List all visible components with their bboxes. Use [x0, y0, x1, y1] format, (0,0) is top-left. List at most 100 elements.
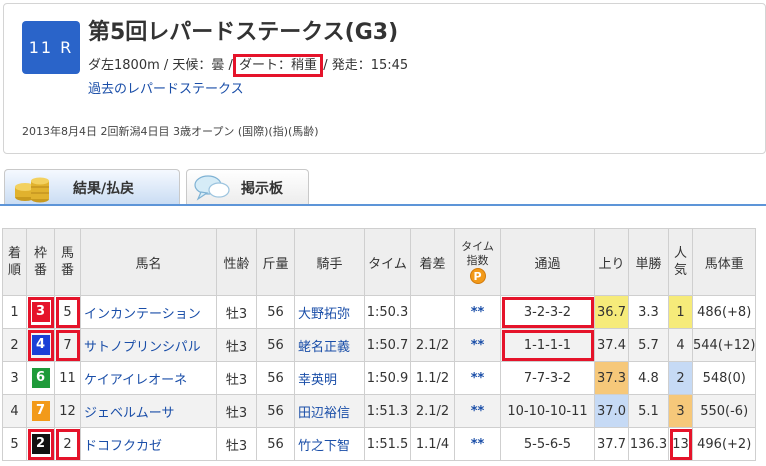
umaban-cell: 12 [54, 394, 81, 428]
time-index-cell[interactable]: ** [454, 361, 501, 395]
horse-name-link[interactable]: インカンテーション [80, 295, 217, 329]
rank-cell: 4 [2, 394, 27, 428]
header-waku-label: 枠番 [33, 246, 47, 278]
time-index-cell[interactable]: ** [454, 328, 501, 362]
header-sex-age[interactable]: 性齢 [216, 228, 257, 296]
header-waku[interactable]: 枠番 [26, 228, 55, 296]
table-row: 3 6 11 ケイアイレオーネ 牡3 56 幸英明 1:50.9 1.1/2 ** 7-7-3-2 3… [2, 361, 757, 395]
horse-name-link[interactable]: ジェベルムーサ [80, 394, 217, 428]
body-weight-cell: 548(0) [691, 361, 757, 395]
rank-cell: 1 [2, 295, 27, 329]
jockey-link[interactable]: 田辺裕信 [294, 394, 365, 428]
weight-cell: 56 [256, 328, 295, 362]
time-cell: 1:50.9 [364, 361, 411, 395]
odds-cell: 5.7 [628, 328, 669, 362]
weight-cell: 56 [256, 361, 295, 395]
time-index-cell[interactable]: ** [454, 394, 501, 428]
header-horse[interactable]: 馬名 [80, 228, 217, 296]
tab-board-label: 掲示板 [241, 180, 283, 197]
odds-cell: 5.1 [628, 394, 669, 428]
race-title: 第5回レパードステークス(G3) [88, 20, 399, 45]
header-umaban[interactable]: 馬番 [54, 228, 81, 296]
odds-cell: 136.3 [628, 427, 669, 461]
popularity-cell: 2 [668, 361, 693, 395]
waku-cell: 3 [26, 295, 55, 329]
horse-name-link[interactable]: ドコフクカゼ [80, 427, 217, 461]
odds-cell: 4.8 [628, 361, 669, 395]
time-cell: 1:50.3 [364, 295, 411, 329]
header-umaban-label: 馬番 [60, 246, 74, 278]
header-popularity[interactable]: 人気 [668, 228, 693, 296]
track-condition: ダート：稍重 [233, 54, 324, 77]
header-passing[interactable]: 通過 [500, 228, 595, 296]
time-cell: 1:50.7 [364, 328, 411, 362]
popularity-cell: 4 [668, 328, 693, 362]
results-table: 着順 枠番 馬番 馬名 性齢 斤量 騎手 タイム 着差 タイム 指数 P 通過 … [2, 228, 757, 461]
waku-badge: 2 [31, 434, 50, 454]
coin-stack-icon [15, 177, 49, 202]
header-time-index-line1: タイム [461, 240, 494, 253]
time-cell: 1:51.5 [364, 427, 411, 461]
header-body-weight[interactable]: 馬体重 [691, 228, 757, 296]
jockey-link[interactable]: 幸英明 [294, 361, 365, 395]
table-header-row: 着順 枠番 馬番 馬名 性齢 斤量 騎手 タイム 着差 タイム 指数 P 通過 … [2, 228, 757, 296]
last3f-cell: 37.7 [594, 427, 629, 461]
passing-cell: 3-2-3-2 [500, 295, 595, 329]
time-index-cell[interactable]: ** [454, 427, 501, 461]
passing-cell: 1-1-1-1 [500, 328, 595, 362]
header-time[interactable]: タイム [364, 228, 411, 296]
jockey-link[interactable]: 蛯名正義 [294, 328, 365, 362]
sex-age-cell: 牡3 [216, 361, 257, 395]
tab-results[interactable]: 結果/払戻 [4, 169, 180, 205]
waku-cell: 7 [26, 394, 55, 428]
table-row: 2 4 7 サトノプリンシパル 牡3 56 蛯名正義 1:50.7 2.1/2 ** 1-1-1-1… [2, 328, 757, 362]
race-info-suffix: / 発走：15:45 [319, 58, 409, 73]
time-index-cell[interactable]: ** [454, 295, 501, 329]
margin-cell [410, 295, 455, 329]
results-body: 1 3 5 インカンテーション 牡3 56 大野拓弥 1:50.3 ** 3-2-3-2 36.7 3… [2, 295, 757, 461]
header-time-index-line2: 指数 [466, 254, 489, 267]
last3f-cell: 37.0 [594, 394, 629, 428]
header-popularity-label: 人気 [673, 246, 687, 278]
popularity-cell: 3 [668, 394, 693, 428]
waku-cell: 6 [26, 361, 55, 395]
table-row: 1 3 5 インカンテーション 牡3 56 大野拓弥 1:50.3 ** 3-2-3-2 36.7 3… [2, 295, 757, 329]
header-rank-label: 着順 [7, 246, 21, 278]
waku-badge: 6 [31, 368, 50, 388]
weight-cell: 56 [256, 427, 295, 461]
speech-bubble-icon [194, 174, 230, 201]
header-time-index[interactable]: タイム 指数 P [454, 228, 501, 296]
odds-cell: 3.3 [628, 295, 669, 329]
weight-cell: 56 [256, 295, 295, 329]
past-races-link[interactable]: 過去のレパードステークス [88, 78, 244, 97]
race-header: 11 R 第5回レパードステークス(G3) ダ左1800m / 天候：曇 / ダ… [3, 3, 766, 154]
tab-results-label: 結果/払戻 [73, 180, 135, 197]
passing-cell: 10-10-10-11 [500, 394, 595, 428]
header-last3f[interactable]: 上り [594, 228, 629, 296]
table-row: 4 7 12 ジェベルムーサ 牡3 56 田辺裕信 1:51.3 2.1/2 ** 10-10-10… [2, 394, 757, 428]
header-rank[interactable]: 着順 [2, 228, 27, 296]
header-jockey[interactable]: 騎手 [294, 228, 365, 296]
horse-name-link[interactable]: ケイアイレオーネ [80, 361, 217, 395]
weight-cell: 56 [256, 394, 295, 428]
umaban-cell: 2 [54, 427, 81, 461]
header-odds[interactable]: 単勝 [628, 228, 669, 296]
header-margin[interactable]: 着差 [410, 228, 455, 296]
jockey-link[interactable]: 大野拓弥 [294, 295, 365, 329]
race-info: ダ左1800m / 天候：曇 / ダート：稍重 / 発走：15:45 [88, 54, 409, 77]
waku-cell: 4 [26, 328, 55, 362]
margin-cell: 1.1/4 [410, 427, 455, 461]
rank-cell: 5 [2, 427, 27, 461]
jockey-link[interactable]: 竹之下智 [294, 427, 365, 461]
rank-cell: 3 [2, 361, 27, 395]
umaban-cell: 11 [54, 361, 81, 395]
margin-cell: 2.1/2 [410, 328, 455, 362]
sex-age-cell: 牡3 [216, 427, 257, 461]
rank-cell: 2 [2, 328, 27, 362]
tab-bar: 結果/払戻 掲示板 [0, 169, 766, 205]
umaban-cell: 7 [54, 328, 81, 362]
tab-board[interactable]: 掲示板 [186, 169, 309, 205]
horse-name-link[interactable]: サトノプリンシパル [80, 328, 217, 362]
header-weight[interactable]: 斤量 [256, 228, 295, 296]
race-number-badge: 11 R [22, 21, 80, 74]
